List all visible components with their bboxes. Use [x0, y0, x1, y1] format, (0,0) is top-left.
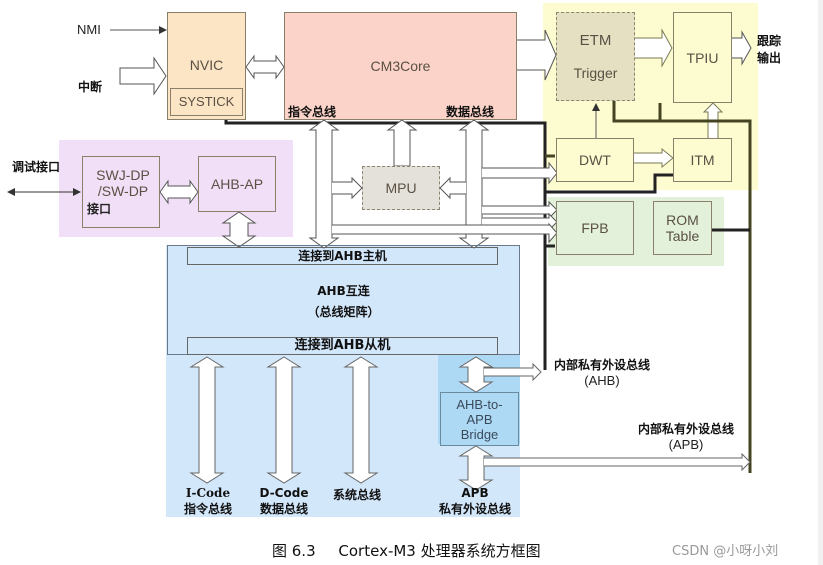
- icode-bus-arrow: [189, 356, 225, 484]
- system-bus-arrow: [343, 356, 379, 484]
- rom-table-block: ROM Table: [653, 201, 712, 255]
- ahb-ap-label: AHB-AP: [210, 176, 264, 192]
- ahb-master-bar: 连接到AHB主机: [187, 247, 498, 265]
- swj-dp-label-2: /SW-DP: [97, 183, 149, 199]
- rom-label-1: ROM: [666, 212, 699, 228]
- figure-number: 图 6.3: [272, 542, 316, 560]
- systick-block: SYSTICK: [170, 88, 243, 116]
- apb-label-1: APB: [461, 486, 489, 500]
- tpiu-label: TPIU: [686, 49, 719, 66]
- cm3core-label: CM3Core: [370, 58, 431, 74]
- icode-bus-label: I-Code 指令总线: [168, 486, 248, 517]
- ppb-apb-label: 内部私有外设总线 (APB): [630, 420, 742, 452]
- swj-ahbap-arrow: [159, 179, 199, 205]
- apb-ppb-arrow: [484, 452, 751, 472]
- ahb-master-label: 连接到AHB主机: [298, 249, 387, 263]
- watermark: CSDN @小呀小刘: [672, 544, 779, 559]
- ahb-slave-bar: 连接到AHB从机: [187, 337, 498, 355]
- etm-label: ETM: [579, 31, 612, 49]
- system-bus-label: 系统总线: [333, 488, 382, 502]
- systick-label: SYSTICK: [178, 94, 235, 109]
- dcode-bus-arrow: [266, 356, 302, 484]
- fpb-block: FPB: [556, 201, 634, 255]
- figure-title: Cortex-M3 处理器系统方框图: [338, 542, 541, 560]
- ppb-ahb-label: 内部私有外设总线 (AHB): [546, 356, 658, 388]
- debug-port-label: 调试接口: [12, 160, 61, 174]
- dcode-bus-label: D-Code 数据总线: [244, 486, 324, 517]
- ppb-apb-label-1: 内部私有外设总线: [637, 422, 734, 436]
- dcode-label-1: D-Code: [259, 486, 309, 500]
- ahb-interconnect-text: AHB互连 （总线矩阵）: [167, 282, 520, 320]
- apb-label-2: 私有外设总线: [438, 502, 511, 516]
- trace-output-label-2: 输出: [757, 51, 782, 65]
- nvic-label: NVIC: [189, 57, 224, 73]
- core-etm-arrow: [517, 29, 557, 81]
- bridge-label-1: AHB-to-: [456, 396, 503, 412]
- ahb-slave-label: 连接到AHB从机: [294, 338, 391, 353]
- nmi-label: NMI: [77, 22, 101, 37]
- itm-label: ITM: [690, 152, 715, 168]
- icode-label-2: 指令总线: [183, 502, 232, 516]
- icode-label-1: I-Code: [185, 486, 231, 500]
- itm-block: ITM: [673, 138, 732, 182]
- mpu-label: MPU: [385, 180, 417, 196]
- fpb-label: FPB: [581, 220, 609, 236]
- dcode-label-2: 数据总线: [259, 502, 308, 516]
- rom-label-2: Table: [665, 228, 700, 244]
- ppb-ahb-label-1: 内部私有外设总线: [553, 358, 650, 372]
- ahbap-ahb-arrow: [221, 211, 257, 248]
- ppb-apb-label-2: (APB): [668, 437, 704, 452]
- swj-dp-block: SWJ-DP /SW-DP 接口: [82, 156, 160, 228]
- figure-caption: 图 6.3 Cortex-M3 处理器系统方框图: [272, 540, 541, 561]
- dwt-itm-arrow: [634, 147, 674, 169]
- etm-tpiu-arrow: [635, 28, 673, 68]
- interrupt-arrow: [119, 56, 167, 96]
- instr-bus-label: 指令总线: [288, 105, 337, 119]
- tpiu-block: TPIU: [673, 12, 732, 103]
- mpu-core-arrow: [386, 119, 418, 167]
- etm-block: ETM Trigger: [556, 12, 635, 101]
- dwt-block: DWT: [556, 138, 634, 182]
- bridge-label-3: Bridge: [460, 426, 499, 442]
- ahb-interconnect-label: AHB互连: [317, 284, 370, 298]
- ahb-apb-bridge-block: AHB-to- APB Bridge: [440, 392, 519, 446]
- ppb-ahb-label-2: (AHB): [584, 373, 620, 388]
- right-edge-divider: [818, 0, 823, 565]
- mpu-block: MPU: [362, 166, 440, 210]
- nvic-core-arrow: [245, 54, 285, 80]
- bridge-label-2: APB: [466, 411, 493, 427]
- ahb-ap-block: AHB-AP: [198, 156, 276, 212]
- dwt-label: DWT: [579, 152, 611, 168]
- data-bus-label: 数据总线: [446, 105, 495, 119]
- bus-matrix-label: （总线矩阵）: [307, 305, 380, 319]
- interrupt-label: 中断: [78, 80, 103, 94]
- apb-bus-label: APB 私有外设总线: [425, 486, 525, 517]
- bridge-apb-arrow: [458, 445, 494, 491]
- trace-output-arrow: [732, 30, 752, 66]
- swj-dp-label-3: 接口: [87, 202, 112, 216]
- trace-output-label-1: 跟踪: [757, 34, 782, 48]
- swj-dp-label-1: SWJ-DP: [96, 167, 150, 183]
- trigger-label: Trigger: [573, 64, 618, 81]
